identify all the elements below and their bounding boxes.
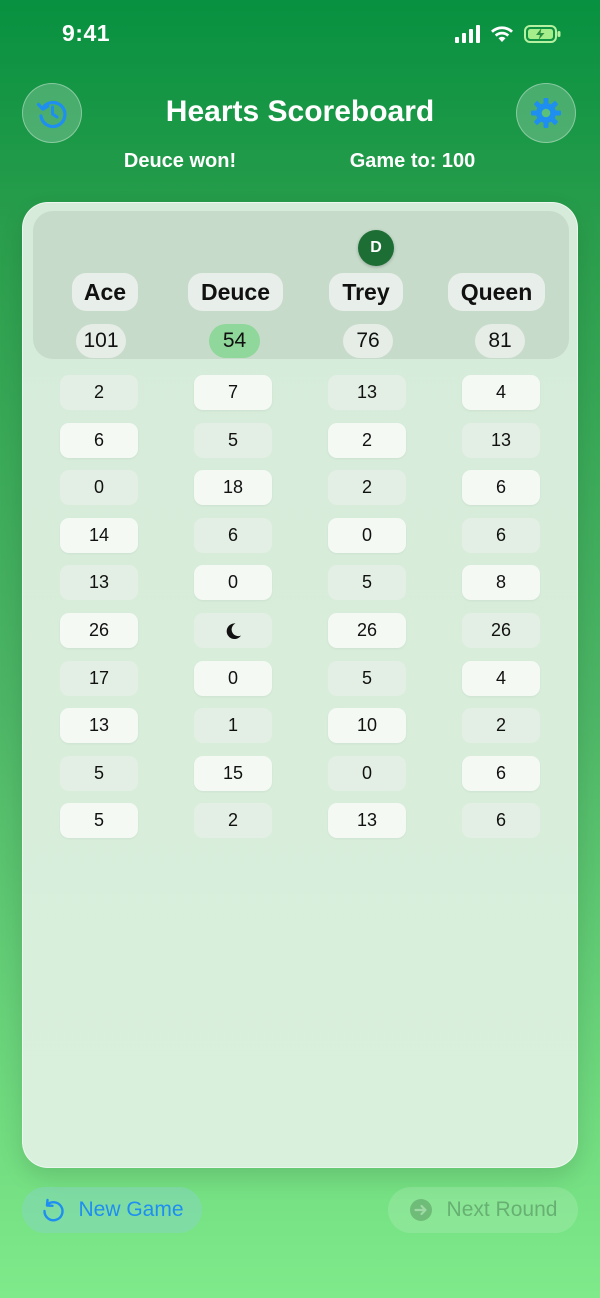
score-cell-trey[interactable]: 2 <box>328 470 406 506</box>
score-cell-queen[interactable]: 8 <box>462 565 540 601</box>
score-cell-ace[interactable]: 5 <box>60 803 138 839</box>
new-game-button[interactable]: New Game <box>22 1187 202 1233</box>
status-icons <box>455 24 562 44</box>
score-cell-ace[interactable]: 26 <box>60 613 138 648</box>
score-cell-trey[interactable]: 26 <box>328 613 406 648</box>
score-cell-queen[interactable]: 26 <box>462 613 540 648</box>
score-cell-ace[interactable]: 0 <box>60 470 138 506</box>
arrow-counterclockwise-icon <box>43 1198 65 1222</box>
winner-text: Deuce won! <box>123 150 237 172</box>
arrow-right-circle-icon <box>409 1199 432 1221</box>
moon-icon <box>226 622 241 639</box>
score-cell-trey[interactable]: 13 <box>328 375 406 410</box>
score-cell-deuce[interactable]: 0 <box>194 565 272 601</box>
score-cell-queen[interactable]: 6 <box>462 470 540 506</box>
score-cell-ace[interactable]: 14 <box>60 517 138 553</box>
score-cell-trey[interactable]: 2 <box>328 422 406 458</box>
score-cell-ace[interactable]: 5 <box>60 755 138 791</box>
settings-button[interactable] <box>516 83 576 143</box>
cellular-signal-icon <box>455 25 480 43</box>
wifi-icon <box>491 26 513 42</box>
next-round-label: Next Round <box>446 1198 558 1221</box>
score-cell-deuce[interactable]: 2 <box>194 803 272 839</box>
score-cell-deuce[interactable]: 1 <box>194 708 272 744</box>
score-cell-deuce[interactable]: 6 <box>194 517 272 553</box>
score-cell-queen[interactable]: 6 <box>462 517 540 553</box>
score-cell-queen[interactable]: 4 <box>462 375 540 410</box>
score-cell-deuce[interactable]: 0 <box>194 660 272 696</box>
score-cell-ace[interactable]: 13 <box>60 708 138 744</box>
page-title: Hearts Scoreboard <box>165 95 435 128</box>
score-cell-ace[interactable]: 13 <box>60 565 138 601</box>
status-time: 9:41 <box>62 20 111 46</box>
score-cell-queen[interactable]: 6 <box>462 803 540 839</box>
score-cell-trey[interactable]: 13 <box>328 803 406 839</box>
score-cell-queen[interactable]: 4 <box>462 660 540 696</box>
gear-icon <box>531 98 561 128</box>
score-cell-trey[interactable]: 0 <box>328 755 406 791</box>
score-cell-ace[interactable]: 2 <box>60 375 138 410</box>
status-bar: 9:41 <box>0 0 600 70</box>
new-game-label: New Game <box>78 1198 184 1221</box>
score-cell-ace[interactable]: 6 <box>60 422 138 458</box>
score-cell-queen[interactable]: 13 <box>462 422 540 458</box>
score-cell-deuce[interactable]: 5 <box>194 422 272 458</box>
game-target-text: Game to: 100 <box>349 150 476 172</box>
score-cell-ace[interactable]: 17 <box>60 660 138 696</box>
score-cell-deuce[interactable]: 7 <box>194 375 272 410</box>
score-cell-trey[interactable]: 10 <box>328 708 406 744</box>
score-cell-queen[interactable]: 2 <box>462 708 540 744</box>
score-cell-deuce[interactable]: 18 <box>194 470 272 506</box>
score-cell-deuce[interactable] <box>194 613 272 648</box>
score-cell-trey[interactable]: 5 <box>328 565 406 601</box>
score-cell-deuce[interactable]: 15 <box>194 755 272 791</box>
round-scores-grid: 2 7 13 4 6 5 2 13 0 18 2 6 14 6 0 6 13 0 5 8 26 26 26 17 0 5 4 13 1 1… <box>23 203 579 1169</box>
scoreboard-card: D Ace Deuce Trey Queen 101 54 76 81 2 7 13… <box>22 202 578 1168</box>
score-cell-trey[interactable]: 0 <box>328 517 406 553</box>
battery-charging-icon <box>524 25 561 43</box>
score-cell-queen[interactable]: 6 <box>462 755 540 791</box>
score-cell-trey[interactable]: 5 <box>328 660 406 696</box>
next-round-button[interactable]: Next Round <box>388 1187 578 1233</box>
